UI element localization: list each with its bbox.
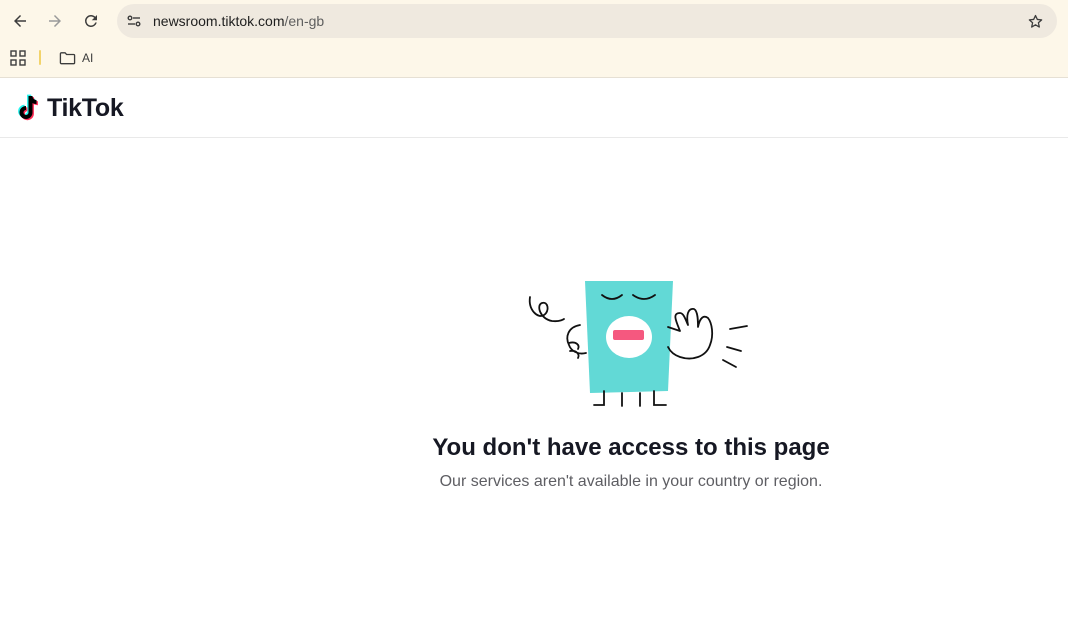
bookmarks-bar: AI [0,42,1068,72]
back-button[interactable] [6,7,34,35]
tiktok-note-icon [18,94,39,121]
error-title: You don't have access to this page [432,434,830,461]
logo-text: TikTok [47,93,124,122]
forward-button[interactable] [41,7,69,35]
forward-arrow-icon [49,15,61,27]
site-info-icon [127,15,141,27]
url-path: /en-gb [284,13,325,29]
bookmark-folder-ai[interactable]: AI [55,47,97,69]
error-subtitle: Our services aren't available in your co… [439,473,823,490]
blocked-character-illustration [528,281,748,407]
browser-chrome: newsroom.tiktok.com/en-gb AI [0,0,1068,78]
tiktok-logo[interactable]: TikTok [17,92,124,124]
star-icon [1028,14,1042,28]
site-info-button[interactable] [122,9,146,33]
bookmark-star-button[interactable] [1025,11,1045,31]
back-arrow-icon [14,15,26,27]
folder-icon [59,52,76,65]
reload-icon [84,14,97,27]
address-bar[interactable]: newsroom.tiktok.com/en-gb [117,4,1057,38]
bookmark-folder-label: AI [82,51,94,65]
url-text[interactable]: newsroom.tiktok.com/en-gb [153,12,324,30]
site-header: TikTok [0,78,1068,138]
url-host: newsroom.tiktok.com [153,13,285,29]
reload-button[interactable] [77,7,105,35]
bookmarks-separator [39,50,41,65]
apps-grid-icon[interactable] [10,50,26,66]
